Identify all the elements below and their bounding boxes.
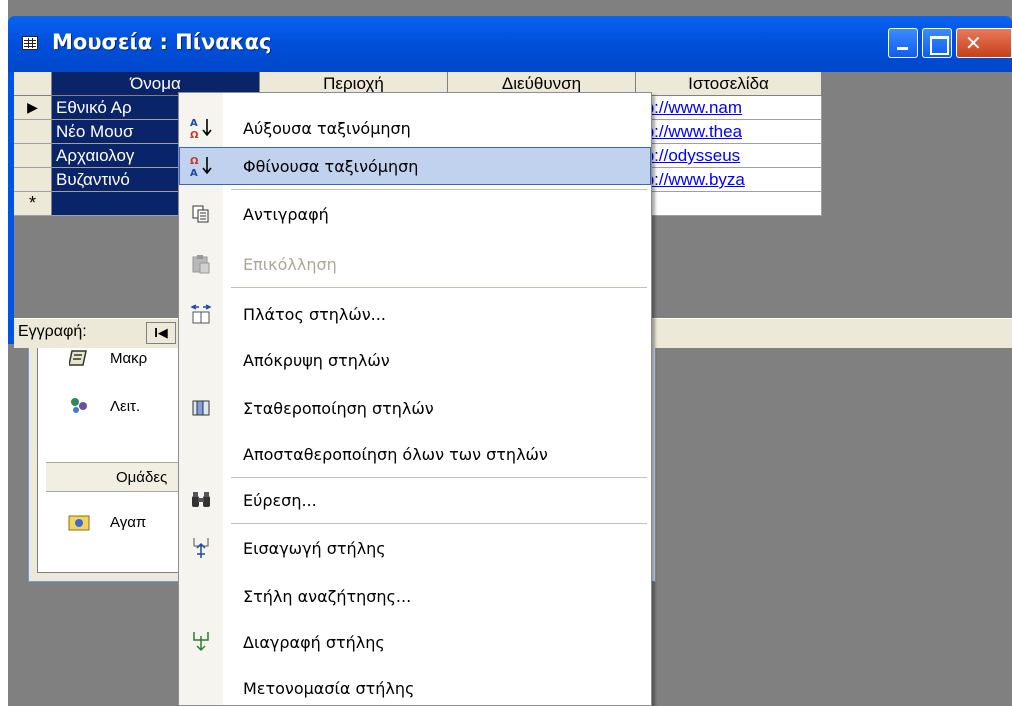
db-object-label: Λειτ.	[110, 397, 141, 415]
column-width-icon	[179, 295, 223, 333]
menu-item-hide-columns[interactable]: Απόκρυψη στηλών	[179, 341, 651, 379]
new-record-marker[interactable]: *	[14, 192, 52, 216]
column-context-menu: AΩ Αύξουσα ταξινόμηση ΩA Φθίνουσα ταξινό…	[178, 92, 652, 706]
menu-item-label: Διαγραφή στήλης	[243, 632, 385, 652]
menu-item-label: Φθίνουσα ταξινόμηση	[243, 156, 419, 176]
menu-separator	[231, 189, 647, 190]
menu-item-label: Στήλη αναζήτησης...	[243, 586, 412, 606]
menu-item-column-width[interactable]: Πλάτος στηλών...	[179, 295, 651, 333]
sort-ascending-icon: AΩ	[179, 109, 223, 147]
menu-separator	[231, 287, 647, 288]
menu-item-label: Εισαγωγή στήλης	[243, 538, 386, 558]
db-group-label: Αγαπ	[110, 513, 147, 531]
cell-website[interactable]: tp://www.nam	[636, 96, 822, 120]
table-icon	[22, 36, 38, 50]
copy-icon	[179, 195, 223, 233]
favorites-folder-icon	[68, 511, 90, 533]
menu-item-lookup-column[interactable]: Στήλη αναζήτησης...	[179, 577, 651, 615]
menu-item-label: Πλάτος στηλών...	[243, 304, 386, 324]
menu-item-paste[interactable]: Επικόλληση	[179, 245, 651, 283]
paste-icon	[179, 245, 223, 283]
module-icon	[68, 395, 90, 417]
menu-item-unfreeze-all-columns[interactable]: Αποσταθεροποίηση όλων των στηλών	[179, 435, 651, 473]
menu-item-label: Εύρεση...	[243, 490, 317, 510]
db-object-macros[interactable]: Μακρ	[68, 344, 147, 372]
db-group-favorites[interactable]: Αγαπ	[68, 508, 146, 536]
column-header-website[interactable]: Ιστοσελίδα	[636, 72, 822, 96]
title-bar[interactable]: Μουσεία : Πίνακας	[8, 16, 1012, 72]
cell-website[interactable]: tp://www.byza	[636, 168, 822, 192]
menu-item-label: Απόκρυψη στηλών	[243, 350, 390, 370]
insert-column-icon	[179, 529, 223, 567]
menu-item-label: Αύξουσα ταξινόμηση	[243, 118, 411, 138]
groups-header-label: Ομάδες	[116, 468, 168, 486]
menu-item-sort-descending[interactable]: ΩA Φθίνουσα ταξινόμηση	[179, 147, 651, 185]
record-label: Εγγραφή:	[18, 323, 87, 340]
minimize-button[interactable]	[888, 28, 918, 58]
maximize-button[interactable]	[922, 28, 952, 58]
db-object-modules[interactable]: Λειτ.	[68, 392, 140, 420]
menu-item-label: Σταθεροποίηση στηλών	[243, 398, 434, 418]
record-selector[interactable]	[14, 168, 52, 192]
menu-item-freeze-columns[interactable]: Σταθεροποίηση στηλών	[179, 389, 651, 427]
freeze-columns-icon	[179, 389, 223, 427]
menu-item-delete-column[interactable]: Διαγραφή στήλης	[179, 623, 651, 661]
menu-item-label: Αντιγραφή	[243, 204, 329, 224]
current-record-indicator[interactable]: ▶	[14, 96, 52, 120]
record-selector[interactable]	[14, 144, 52, 168]
binoculars-icon	[179, 481, 223, 519]
menu-item-rename-column[interactable]: Μετονομασία στήλης	[179, 669, 651, 706]
window-title: Μουσεία : Πίνακας	[52, 30, 272, 54]
menu-item-copy[interactable]: Αντιγραφή	[179, 195, 651, 233]
menu-item-label: Αποσταθεροποίηση όλων των στηλών	[243, 444, 548, 464]
svg-text:Ω: Ω	[190, 130, 199, 140]
select-all-box[interactable]	[14, 72, 52, 96]
menu-item-label: Μετονομασία στήλης	[243, 678, 415, 698]
macro-icon	[68, 347, 90, 369]
menu-separator	[231, 477, 647, 478]
sort-descending-icon: ΩA	[179, 147, 223, 185]
first-record-button[interactable]: I◀	[146, 322, 176, 344]
menu-item-insert-column[interactable]: Εισαγωγή στήλης	[179, 529, 651, 567]
cell-website[interactable]: tp://odysseus	[636, 144, 822, 168]
svg-text:A: A	[190, 118, 198, 129]
menu-item-label: Επικόλληση	[243, 254, 337, 274]
menu-item-sort-ascending[interactable]: AΩ Αύξουσα ταξινόμηση	[179, 109, 651, 147]
cell-website[interactable]: tp://www.thea	[636, 120, 822, 144]
cell-website[interactable]	[636, 192, 822, 216]
menu-separator	[231, 523, 647, 524]
menu-item-find[interactable]: Εύρεση...	[179, 481, 651, 519]
svg-text:Ω: Ω	[190, 156, 199, 167]
svg-text:A: A	[190, 168, 198, 178]
delete-column-icon	[179, 623, 223, 661]
close-button[interactable]	[956, 28, 1012, 58]
db-object-label: Μακρ	[110, 349, 148, 367]
record-selector[interactable]	[14, 120, 52, 144]
